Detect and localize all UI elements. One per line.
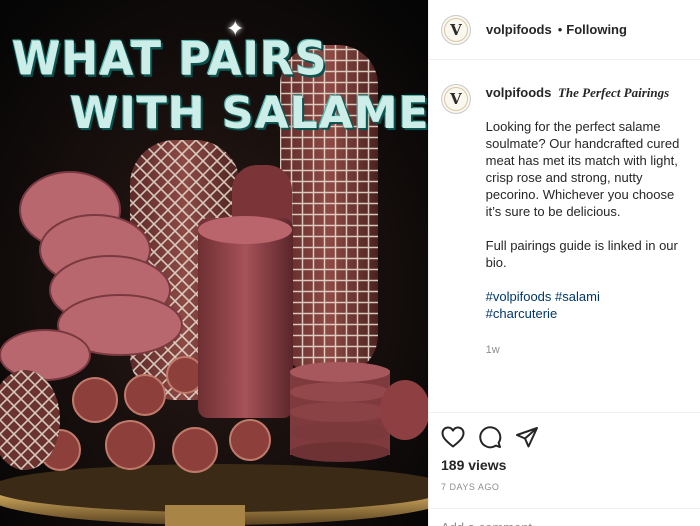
view-count[interactable]: 189 views [441, 457, 689, 473]
caption-paragraph: Full pairings guide is linked in our bio… [485, 238, 678, 270]
caption-row: V volpifoods The Perfect Pairings Lookin… [441, 84, 688, 359]
comment-input[interactable] [441, 520, 641, 526]
heart-icon[interactable] [441, 426, 465, 448]
separator-dot: • [557, 22, 563, 37]
hashtag-link[interactable]: #salami [555, 289, 600, 304]
comment-box [429, 508, 700, 526]
caption-avatar[interactable]: V [441, 84, 471, 114]
following-button[interactable]: Following [566, 22, 627, 37]
caption-username[interactable]: volpifoods [486, 85, 552, 100]
action-icons [441, 425, 689, 449]
caption-area: V volpifoods The Perfect Pairings Lookin… [429, 60, 700, 410]
caption-title: The Perfect Pairings [557, 85, 670, 100]
headline-line-2: WITH SALAME? [70, 88, 428, 139]
caption-paragraph: Looking for the perfect salame soulmate?… [485, 119, 680, 219]
caption-avatar-letter: V [450, 90, 462, 108]
post-sidebar: V volpifoods • Following V volpifoods Th… [428, 0, 700, 526]
headline-line-1: WHAT PAIRS [12, 32, 328, 87]
hashtag-list: #volpifoods #salami #charcuterie [486, 288, 688, 322]
comment-icon[interactable] [478, 425, 502, 449]
caption-heading: volpifoods The Perfect Pairings [486, 84, 688, 101]
action-bar: 189 views 7 DAYS AGO [429, 412, 700, 492]
hashtag-link[interactable]: #charcuterie [486, 306, 558, 321]
post-header: V volpifoods • Following [429, 0, 700, 60]
hashtag-link[interactable]: #volpifoods [486, 289, 552, 304]
caption-age[interactable]: 1w [486, 342, 688, 359]
post-video[interactable]: WHAT PAIRS WITH SALAME? ✦ [0, 0, 428, 526]
sparkle-icon: ✦ [226, 16, 245, 41]
video-headline: WHAT PAIRS WITH SALAME? ✦ [0, 0, 428, 150]
avatar[interactable]: V [441, 14, 471, 45]
post-date[interactable]: 7 DAYS AGO [441, 482, 689, 492]
instagram-post-view: WHAT PAIRS WITH SALAME? ✦ V volpifoods •… [0, 0, 700, 526]
share-icon[interactable] [515, 425, 539, 449]
avatar-letter: V [450, 20, 462, 39]
caption-body: volpifoods The Perfect Pairings Looking … [486, 84, 688, 359]
header-username[interactable]: volpifoods [486, 22, 552, 37]
